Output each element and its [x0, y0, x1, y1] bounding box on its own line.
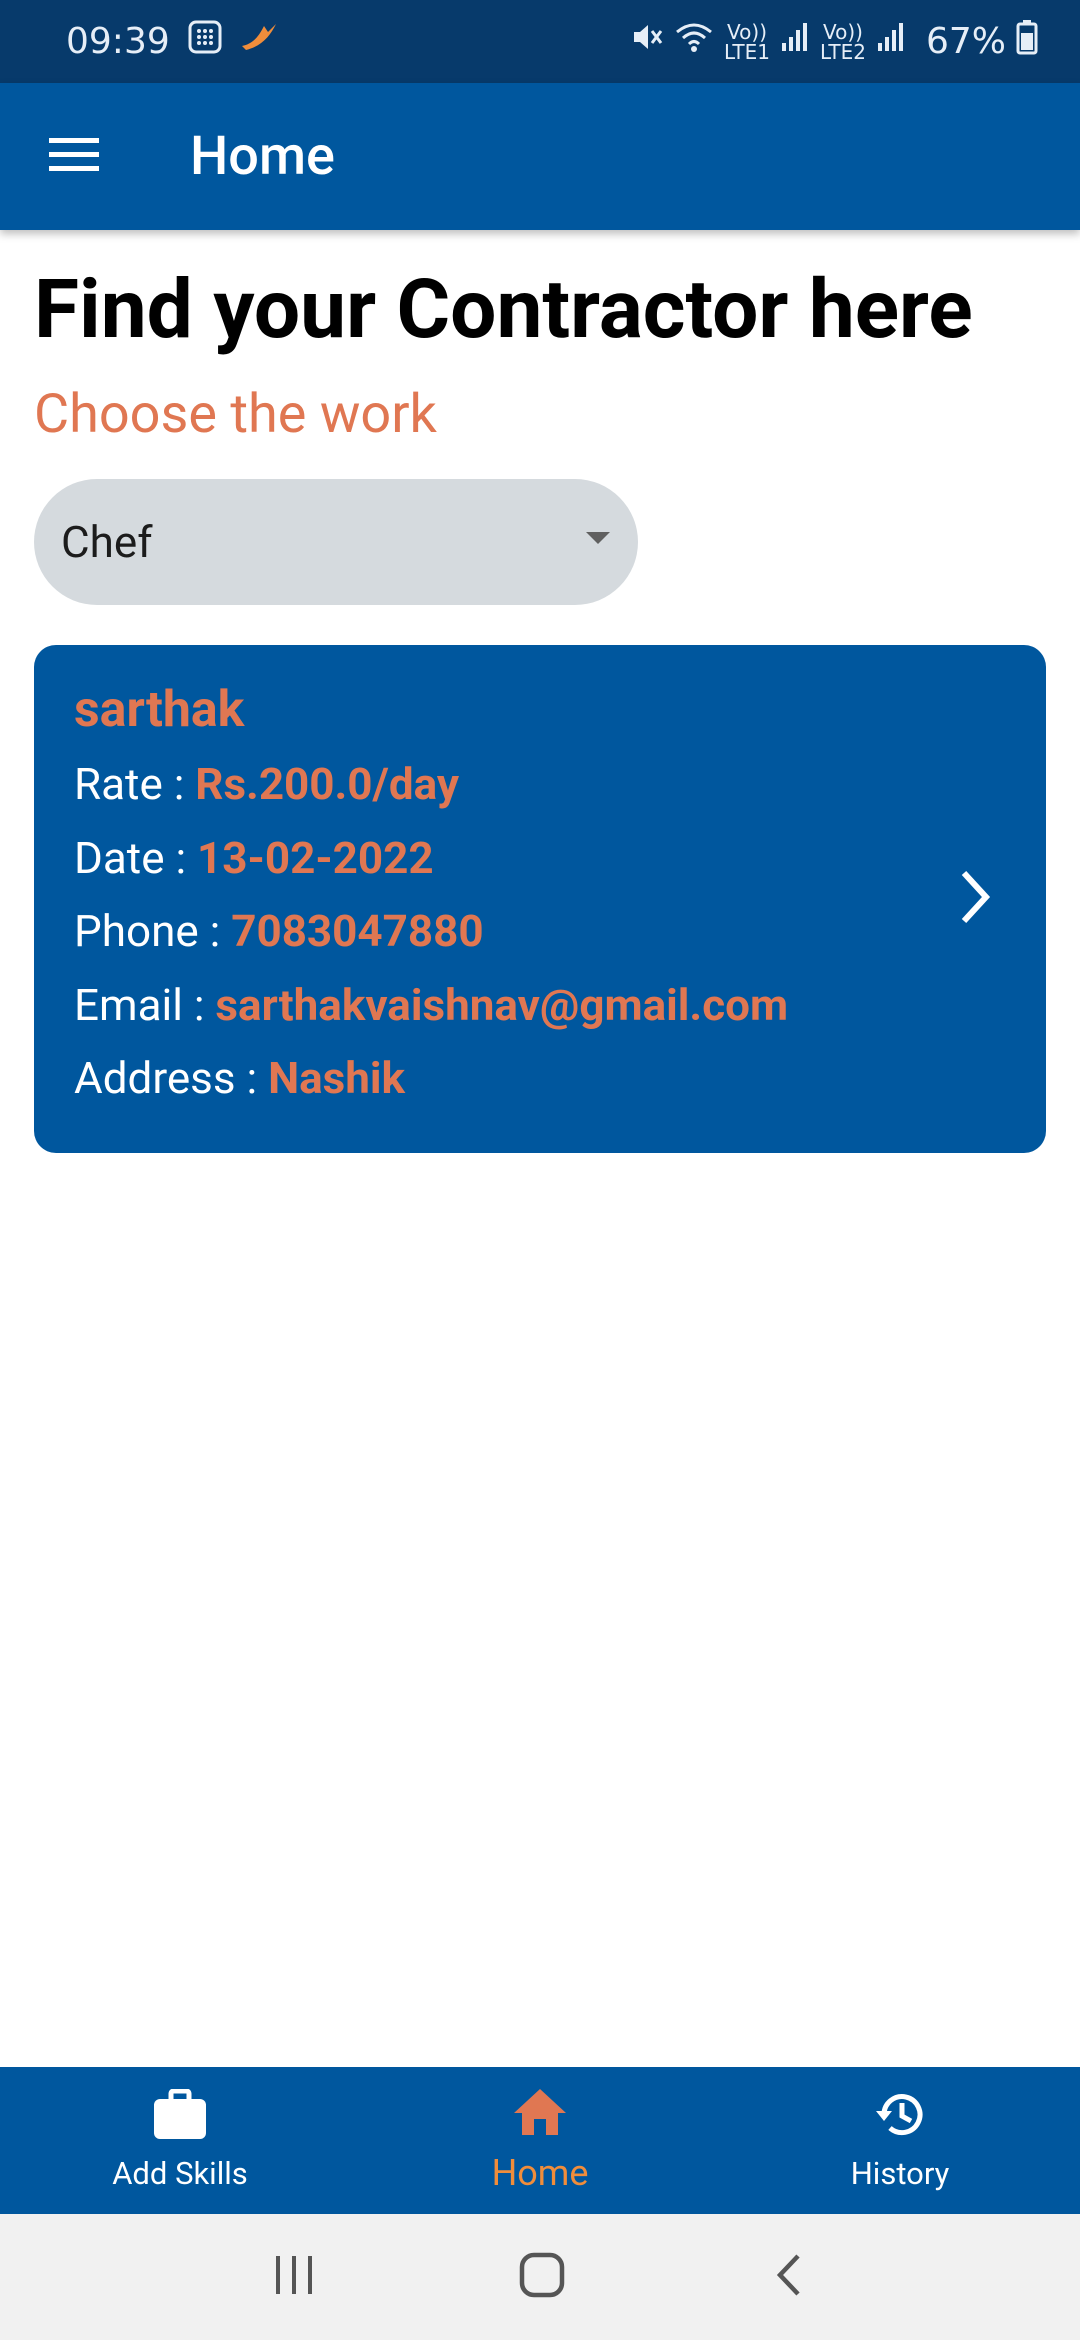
system-navigation-bar [0, 2214, 1080, 2340]
nav-home[interactable]: Home [360, 2067, 720, 2214]
dropdown-arrow-icon [576, 515, 620, 570]
nav-history[interactable]: History [720, 2067, 1080, 2214]
status-right: Vo)) LTE1 Vo)) LTE2 67% [630, 19, 1038, 64]
history-icon [872, 2089, 928, 2149]
app-bar: Home [0, 83, 1080, 230]
recent-apps-button[interactable] [272, 2253, 316, 2301]
signal-1-icon [780, 21, 810, 62]
hamburger-menu-icon [49, 136, 99, 178]
date-row: Date : 13-02-2022 [74, 833, 1046, 883]
network-1-volte: Vo)) [727, 19, 768, 44]
network-1-label: Vo)) LTE1 [724, 22, 770, 62]
email-label: Email : [74, 978, 216, 1031]
network-2-label: Vo)) LTE2 [820, 22, 866, 62]
address-value: Nashik [268, 1052, 406, 1104]
email-row: Email : sarthakvaishnav@gmail.com [74, 980, 1046, 1030]
address-label: Address : [74, 1052, 269, 1104]
chevron-right-icon[interactable] [956, 867, 996, 931]
network-2-lte: LTE2 [820, 39, 866, 64]
swift-notification-icon [240, 20, 278, 63]
date-value: 13-02-2022 [197, 831, 434, 884]
home-icon [512, 2087, 568, 2146]
nav-add-skills[interactable]: Add Skills [0, 2067, 360, 2214]
wifi-icon [674, 20, 714, 63]
calculator-notification-icon [188, 20, 222, 63]
page-title: Home [190, 125, 335, 188]
phone-label: Phone : [74, 905, 232, 957]
signal-2-icon [876, 21, 906, 62]
network-2-volte: Vo)) [823, 19, 863, 44]
contractor-card[interactable]: sarthak Rate : Rs.200.0/day Date : 13-02… [34, 645, 1046, 1153]
status-left: 09:39 [66, 20, 278, 63]
date-label: Date : [74, 831, 198, 884]
rate-row: Rate : Rs.200.0/day [74, 759, 1046, 809]
nav-history-label: History [850, 2155, 950, 2192]
nav-add-skills-label: Add Skills [112, 2155, 248, 2192]
rate-label: Rate : [74, 758, 196, 810]
headline: Find your Contractor here [34, 262, 973, 358]
home-system-button[interactable] [519, 2252, 565, 2302]
status-time: 09:39 [66, 21, 170, 62]
battery-icon [1016, 19, 1038, 64]
phone-value: 7083047880 [231, 905, 484, 957]
back-system-button[interactable] [768, 2252, 808, 2302]
address-row: Address : Nashik [74, 1053, 1046, 1103]
choose-work-label: Choose the work [34, 383, 437, 446]
phone-row: Phone : 7083047880 [74, 906, 1046, 956]
battery-percent: 67% [925, 21, 1006, 62]
work-select-dropdown[interactable]: Chef [34, 479, 638, 605]
email-value: sarthakvaishnav@gmail.com [215, 978, 789, 1031]
contractor-name: sarthak [74, 681, 245, 739]
work-select-value: Chef [61, 516, 153, 568]
bottom-navigation: Add Skills Home History [0, 2067, 1080, 2214]
status-bar: 09:39 Vo)) LTE1 Vo)) LTE2 67% [0, 0, 1080, 83]
network-1-lte: LTE1 [724, 39, 771, 64]
mute-icon [630, 20, 664, 63]
rate-value: Rs.200.0/day [195, 758, 460, 810]
briefcase-icon [152, 2088, 208, 2149]
menu-button[interactable] [0, 83, 148, 230]
nav-home-label: Home [491, 2152, 589, 2194]
